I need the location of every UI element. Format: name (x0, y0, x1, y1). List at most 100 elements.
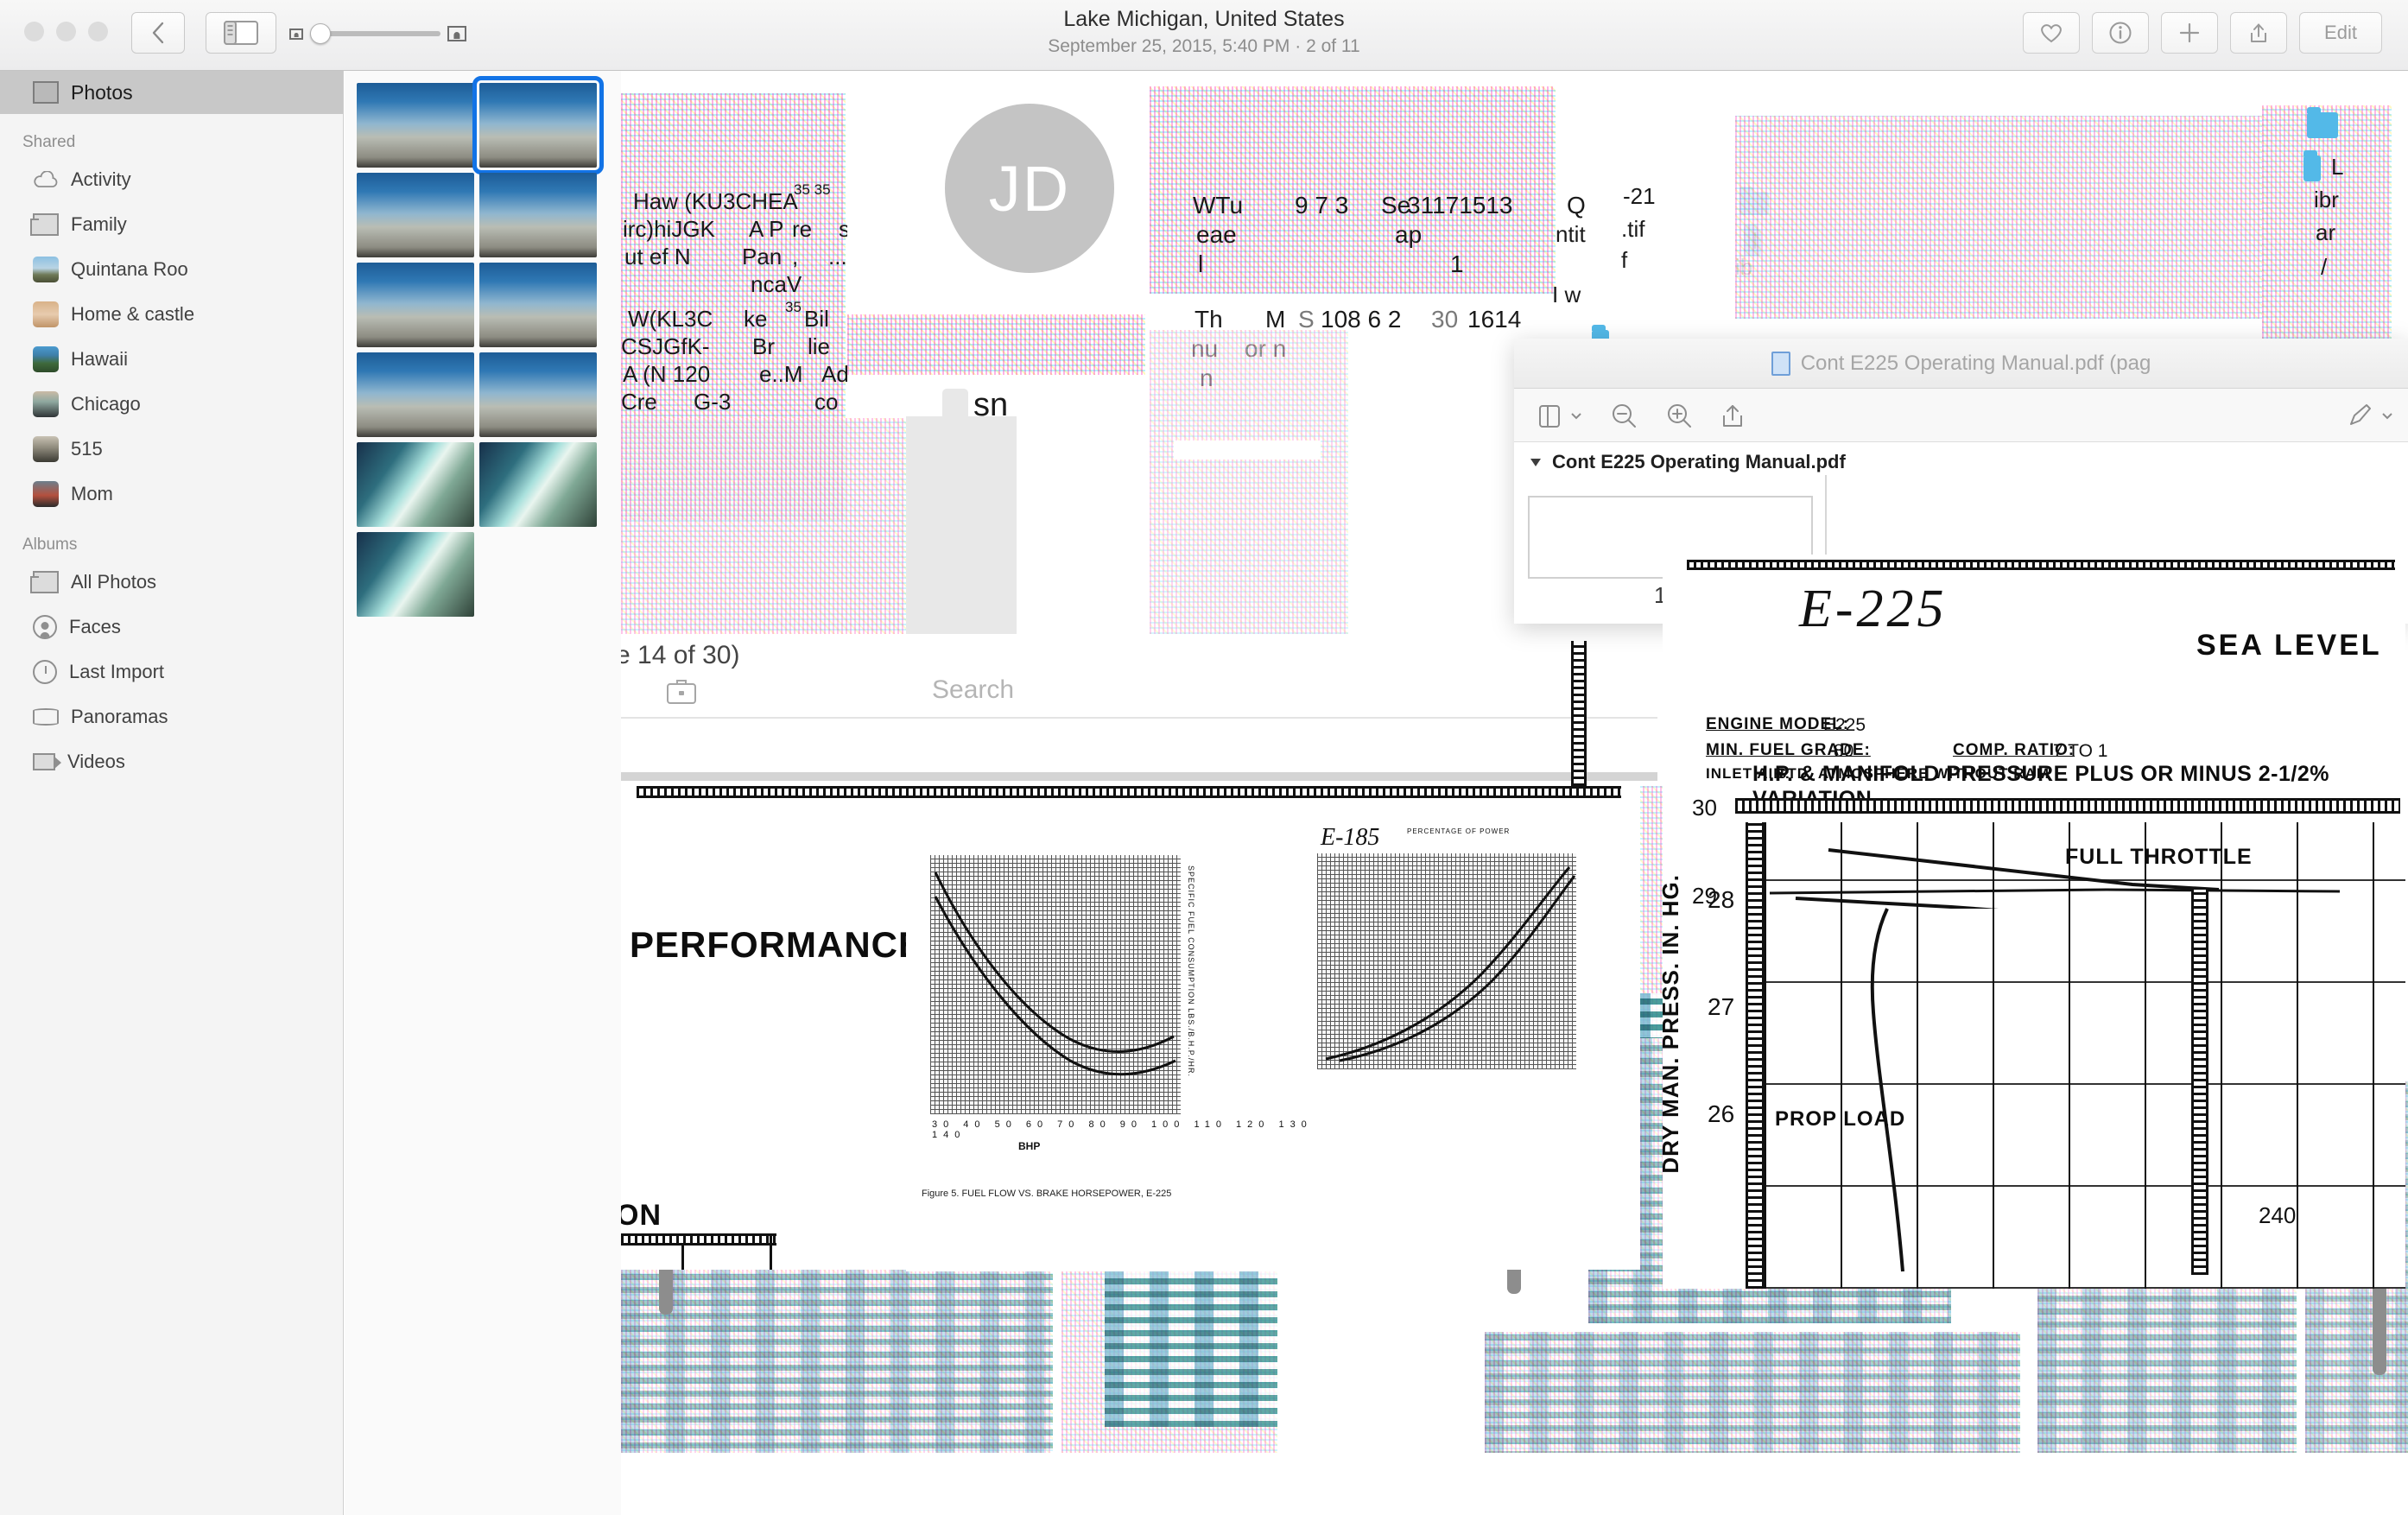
edit-button-label: Edit (2324, 22, 2357, 43)
chart-annotation-full-throttle: FULL THROTTLE (2065, 845, 2253, 869)
markup-button[interactable] (2346, 402, 2394, 429)
thumbnail-item[interactable] (479, 352, 597, 437)
thumbnail-item[interactable] (357, 532, 474, 617)
sidebar-item-label: Mom (71, 483, 113, 504)
pdf-document-icon (1771, 351, 1790, 376)
sidebar-item-activity[interactable]: Activity (0, 157, 343, 202)
zoom-in-button[interactable] (1664, 401, 1694, 430)
chevron-down-icon (1571, 412, 1581, 419)
thumbnail-item[interactable] (479, 173, 597, 257)
sidebar-item-panoramas[interactable]: Panoramas (0, 694, 343, 739)
album-thumbnail (33, 346, 59, 372)
divider (621, 772, 1657, 781)
sidebar-item-all-photos[interactable]: All Photos (0, 560, 343, 605)
stack-icon (30, 213, 59, 236)
thumbnail-item[interactable] (357, 263, 474, 347)
edit-button[interactable]: Edit (2299, 12, 2382, 54)
glitch-text: Pan (742, 244, 783, 269)
sidebar-item-faces[interactable]: Faces (0, 605, 343, 650)
sidebar-item-label: Chicago (71, 393, 141, 415)
sidebar-item-label: Last Import (69, 661, 165, 682)
chart-ylabel: DRY MAN. PRESS. IN. HG. (1657, 874, 1683, 1174)
sidebar-item-515[interactable]: 515 (0, 427, 343, 472)
glitch-text: ibr (2314, 187, 2339, 212)
sidebar-item-home-castle[interactable]: Home & castle (0, 292, 343, 337)
glitch-text: G-3 (694, 389, 732, 415)
sidebar-item-label: Quintana Roo (71, 258, 188, 280)
chart-annotation-prop-load: PROP LOAD (1775, 1107, 1906, 1131)
sidebar-item-photos[interactable]: Photos (0, 71, 343, 114)
thumbnail-item-selected[interactable] (472, 76, 604, 174)
briefcase-icon[interactable] (664, 674, 699, 708)
divider (621, 717, 1657, 719)
glitch-text: W(KL3C (628, 306, 713, 332)
thumbnail-item[interactable] (357, 442, 474, 527)
avatar-initials: JD (988, 152, 1071, 225)
disclosure-triangle-icon[interactable] (1528, 454, 1543, 470)
perforation-strip (1687, 560, 2395, 570)
noise-block (621, 418, 906, 636)
search-input-placeholder[interactable]: Search (932, 675, 1014, 705)
sea-level-label: SEA LEVEL (2196, 629, 2382, 662)
sidebar-item-label: Family (71, 213, 127, 235)
thumbnail-item[interactable] (357, 83, 474, 168)
perforation-strip (637, 786, 1621, 798)
chart-xticks: 30 40 50 60 70 80 90 100 110 120 130 140 (932, 1119, 1313, 1140)
sidebar-item-hawaii[interactable]: Hawaii (0, 337, 343, 382)
glitch-text: Br (752, 333, 775, 359)
info-button[interactable] (2092, 12, 2149, 54)
sidebar-item-chicago[interactable]: Chicago (0, 382, 343, 427)
rule-line (770, 1233, 772, 1270)
document-header-page: E-225 SEA LEVEL ENGINE MODEL: E225 MIN. … (1663, 555, 2405, 782)
zoom-out-button[interactable] (1609, 401, 1638, 430)
sidebar-icon (1539, 404, 1560, 428)
glitch-text: Bil (804, 306, 829, 332)
sidebar-item-quintana-roo[interactable]: Quintana Roo (0, 247, 343, 292)
sidebar-item-label: All Photos (71, 571, 157, 593)
glitch-text: Cre (621, 389, 657, 415)
thumbnail-item[interactable] (479, 442, 597, 527)
sidebar-item-family[interactable]: Family (0, 202, 343, 247)
thumbnail-item[interactable] (357, 352, 474, 437)
glitch-text: re (792, 216, 813, 242)
chart-label: E-185 (1321, 824, 1380, 851)
avatar: JD (945, 104, 1114, 273)
pdf-sidebar-item[interactable]: Cont E225 Operating Manual.pdf (1514, 442, 1846, 482)
add-button[interactable] (2161, 12, 2218, 54)
sidebar-item-mom[interactable]: Mom (0, 472, 343, 517)
pdf-window-title: Cont E225 Operating Manual.pdf (pag (1514, 339, 2408, 389)
gray-block (906, 416, 1017, 634)
pdf-title-label: Cont E225 Operating Manual.pdf (pag (1800, 351, 2151, 375)
glitch-text: ar (2316, 219, 2336, 245)
chevron-down-icon (2382, 412, 2392, 419)
favorite-button[interactable] (2023, 12, 2080, 54)
thumbnail-item[interactable] (357, 173, 474, 257)
share-button[interactable] (2230, 12, 2287, 54)
faces-icon (33, 615, 57, 639)
thumbnail-item[interactable] (479, 263, 597, 347)
info-icon (2109, 22, 2132, 44)
window-titlebar: Lake Michigan, United States September 2… (0, 0, 2408, 71)
clock-icon (33, 660, 57, 684)
share-button[interactable] (1720, 402, 1746, 429)
sidebar-item-label: Photos (71, 80, 133, 104)
glitch-text: / (2321, 254, 2328, 280)
fuel-flow-curve (934, 872, 1176, 1076)
sidebar-item-last-import[interactable]: Last Import (0, 650, 343, 694)
sidebar-toggle-button[interactable] (1537, 401, 1583, 430)
white-block (621, 71, 847, 93)
glitch-text: CSJGfK- (621, 333, 710, 359)
sidebar-item-videos[interactable]: Videos (0, 739, 343, 784)
glitch-text: eae (1196, 221, 1237, 248)
pdf-sidebar-item-label: Cont E225 Operating Manual.pdf (1552, 451, 1846, 472)
figure-card-e185: E-185 PERCENTAGE OF POWER (1303, 819, 1597, 1104)
sidebar-item-label: Hawaii (71, 348, 129, 370)
album-thumbnail (33, 391, 59, 417)
glitch-text: A (N 120 (623, 361, 711, 387)
white-block (621, 634, 1657, 772)
cloud-icon (33, 170, 59, 188)
chart-annotation-240: 240 (2259, 1202, 2297, 1228)
glitch-text: 30 (1431, 306, 1459, 333)
glitch-text: lie (808, 333, 831, 359)
glitch-text: I w (1552, 282, 1581, 307)
